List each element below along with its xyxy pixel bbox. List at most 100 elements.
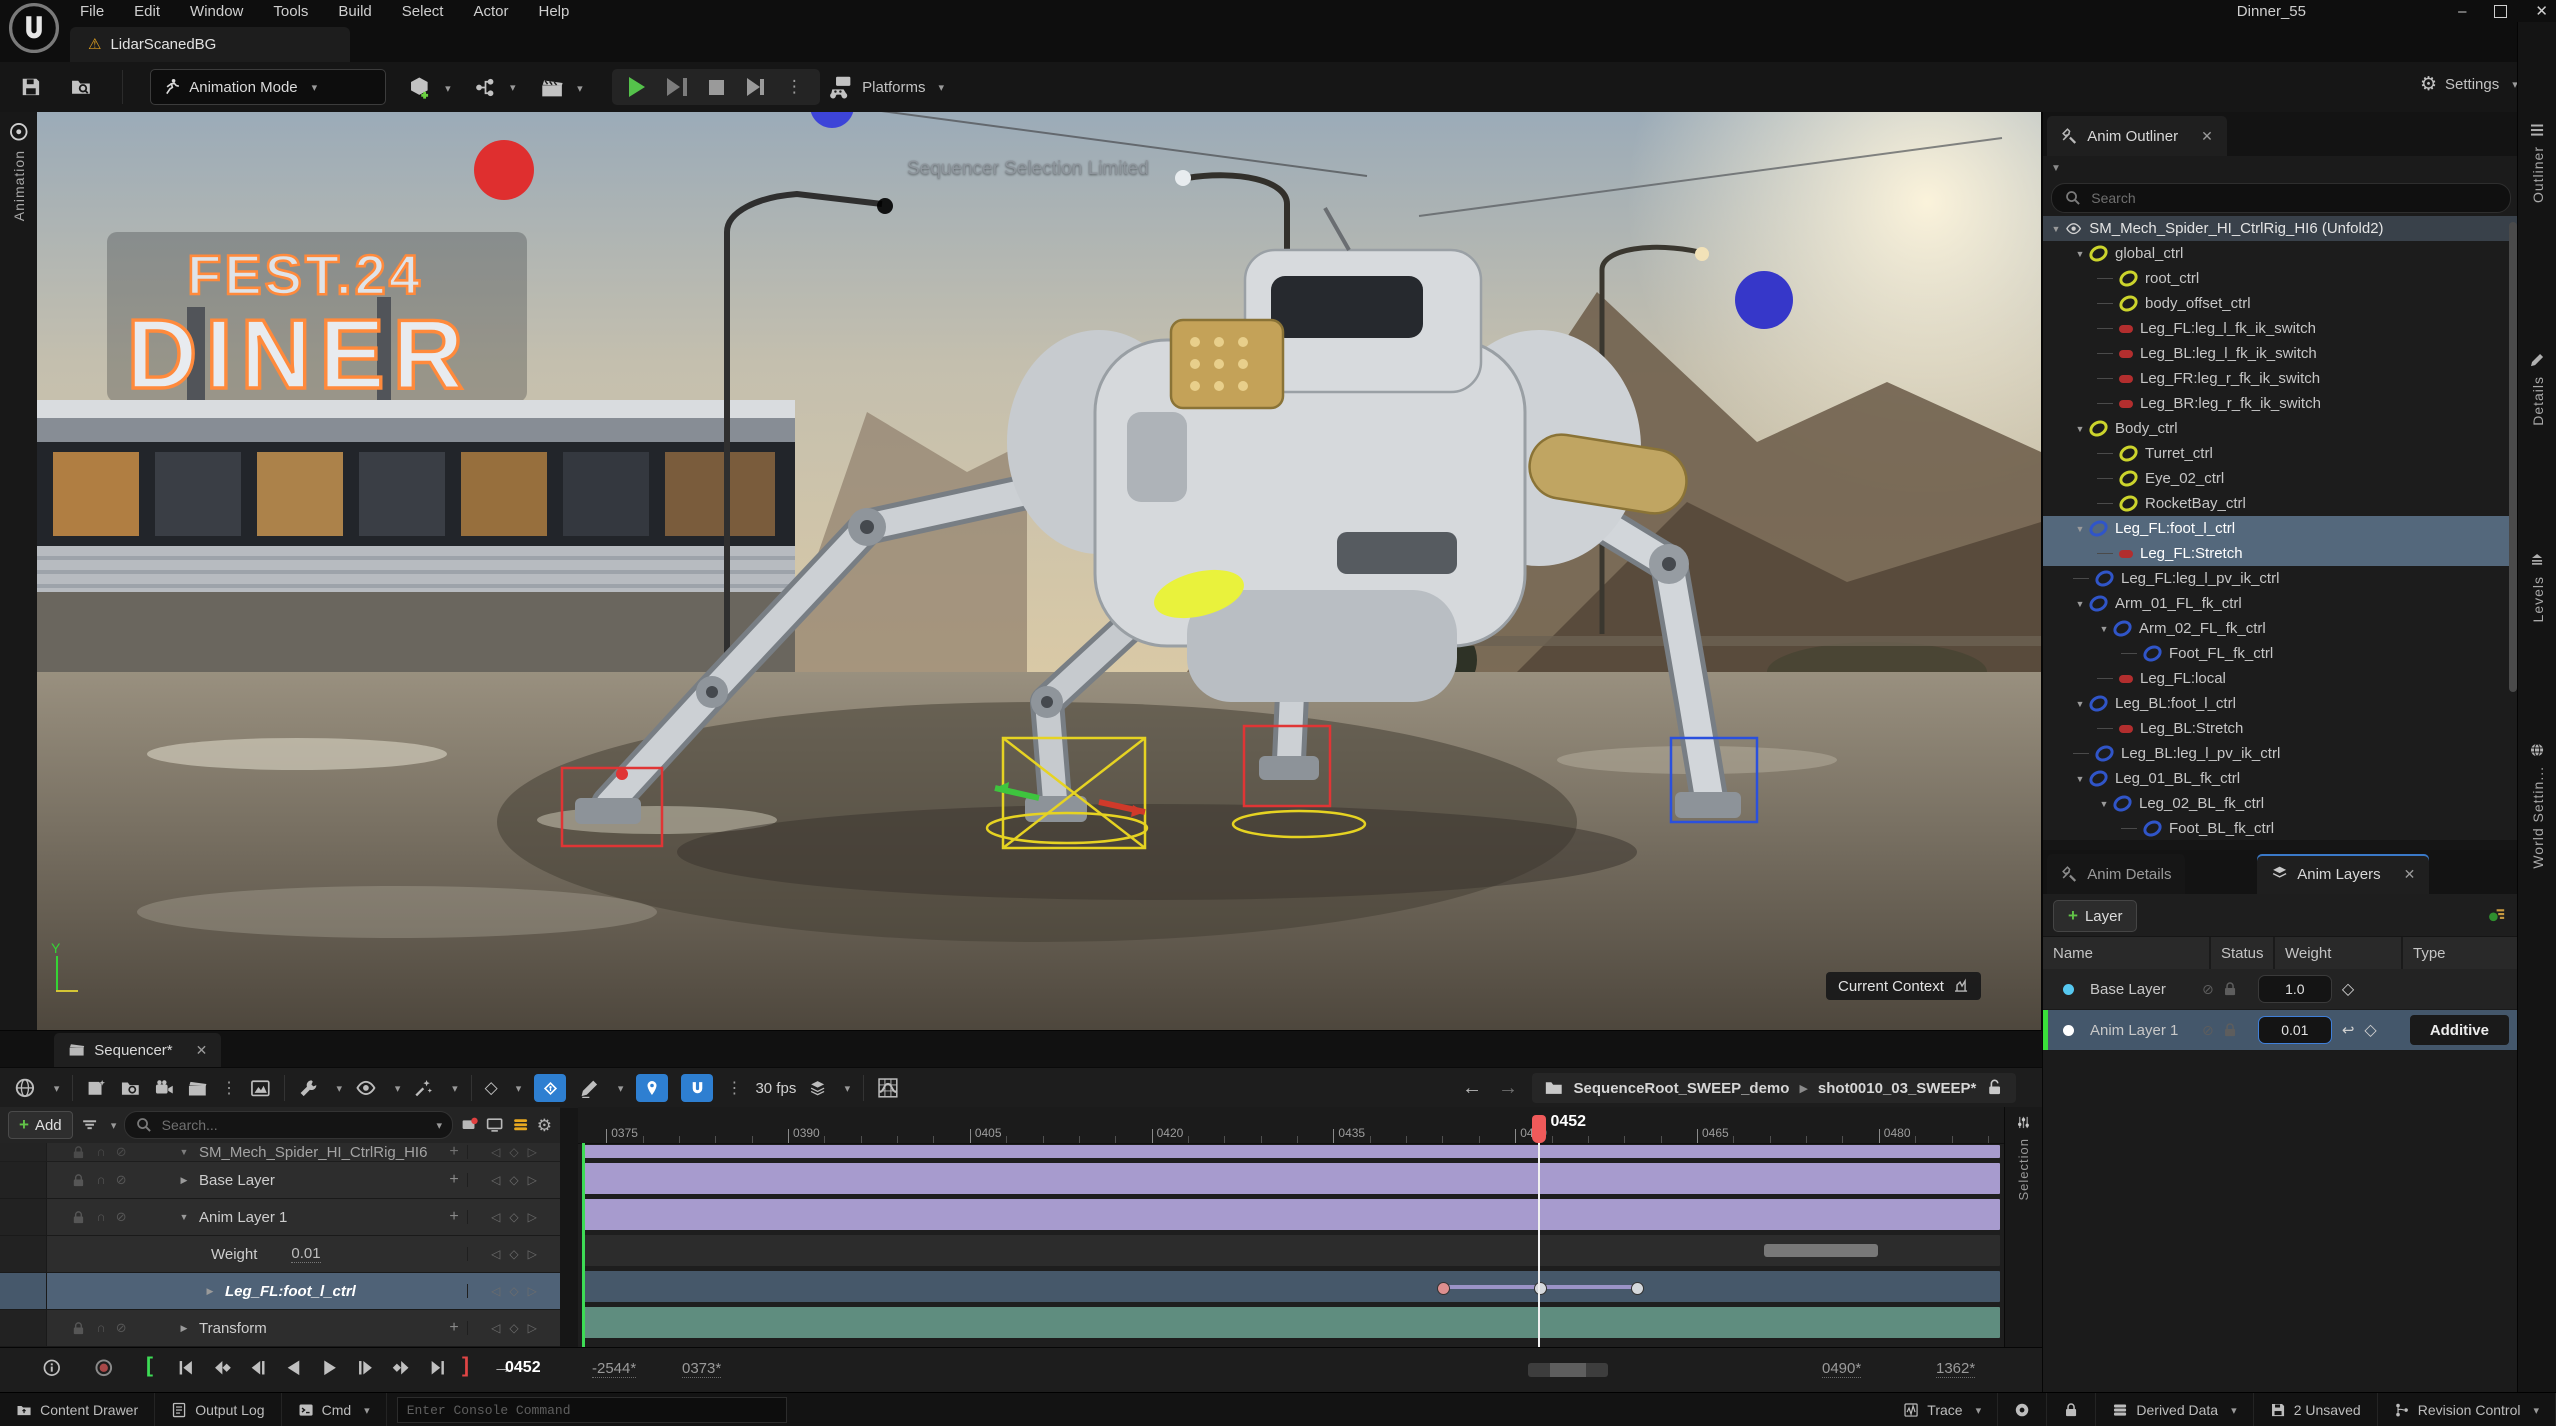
keyframe-diamond-icon[interactable]: ◇ <box>2364 1020 2376 1040</box>
lock-icon[interactable] <box>71 1209 86 1225</box>
add-key-icon[interactable]: ◇ <box>509 1173 518 1187</box>
tree-item[interactable]: ▼Leg_BL:foot_l_ctrl <box>2043 691 2519 716</box>
expander-icon[interactable]: ▼ <box>2073 249 2087 259</box>
save-icon[interactable] <box>20 76 42 98</box>
browse-sequence-icon[interactable] <box>120 1078 141 1099</box>
range-start-value[interactable]: -2544* <box>592 1360 636 1378</box>
expander-icon[interactable]: ▼ <box>2073 774 2087 784</box>
menu-help[interactable]: Help <box>539 3 570 20</box>
layer-dot-icon[interactable] <box>2063 1025 2074 1036</box>
track-row[interactable]: ∩⊘▶Base Layer+◁◇▷ <box>0 1162 560 1199</box>
prev-key-icon[interactable]: ◁ <box>491 1145 500 1159</box>
monitor-icon[interactable] <box>486 1116 503 1133</box>
tree-item[interactable]: Leg_BL:leg_l_fk_ik_switch <box>2043 341 2519 366</box>
lane-purple[interactable] <box>582 1163 2000 1194</box>
menu-window[interactable]: Window <box>190 3 243 20</box>
blueprints-dropdown[interactable]: ▾ <box>474 76 516 99</box>
prev-key-icon[interactable]: ◁ <box>491 1247 500 1261</box>
range-end-value[interactable]: 1362* <box>1936 1360 1975 1378</box>
weight-input[interactable]: 1.0 <box>2258 975 2332 1003</box>
solo-headphones-icon[interactable]: ∩ <box>96 1320 105 1336</box>
tree-scrollbar[interactable] <box>2509 222 2517 692</box>
mode-select-dropdown[interactable]: Animation Mode ▾ <box>150 69 386 105</box>
wrench-icon[interactable] <box>298 1078 319 1099</box>
tree-item[interactable]: ▼SM_Mech_Spider_HI_CtrlRig_HI6 (Unfold2) <box>2043 216 2519 241</box>
eye-icon[interactable] <box>2065 220 2082 237</box>
prev-key-icon[interactable]: ◁ <box>491 1173 500 1187</box>
settings-dropdown[interactable]: ⚙ Settings ▾ <box>2420 75 2518 94</box>
outliner-search[interactable] <box>2051 183 2511 213</box>
menu-tools[interactable]: Tools <box>273 3 308 20</box>
render-movie-icon[interactable] <box>250 1078 271 1099</box>
tab-outliner-vertical[interactable]: Outliner <box>2518 122 2556 203</box>
status-trace[interactable]: Trace▾ <box>1887 1393 1998 1426</box>
sequencer-search[interactable]: ▾ <box>124 1111 453 1139</box>
expander-icon[interactable]: ▶ <box>177 1175 191 1186</box>
expander-icon[interactable]: ▼ <box>2073 699 2087 709</box>
status-output-log[interactable]: Output Log <box>155 1393 281 1426</box>
expander-icon[interactable]: ▼ <box>2049 224 2063 234</box>
platforms-dropdown[interactable]: Platforms ▾ <box>830 75 944 99</box>
layer-row[interactable]: Anim Layer 1⊘0.01↩◇Additive <box>2043 1010 2519 1051</box>
tree-item[interactable]: Turret_ctrl <box>2043 441 2519 466</box>
play-forward-button[interactable] <box>320 1358 340 1378</box>
status-camera-small[interactable] <box>1998 1393 2047 1426</box>
tab-anim-outliner[interactable]: Anim Outliner ✕ <box>2047 116 2227 156</box>
tab-details-vertical[interactable]: Details <box>2518 352 2556 426</box>
jump-to-end-button[interactable] <box>428 1358 448 1378</box>
status-lock-small[interactable] <box>2047 1393 2096 1426</box>
tree-item[interactable]: ▼Body_ctrl <box>2043 416 2519 441</box>
tree-item[interactable]: root_ctrl <box>2043 266 2519 291</box>
lock-icon[interactable] <box>2222 1022 2238 1038</box>
tab-sequencer[interactable]: Sequencer* ✕ <box>54 1033 221 1067</box>
step-forward-button[interactable] <box>356 1358 376 1378</box>
tree-item[interactable]: ▼Leg_FL:foot_l_ctrl <box>2043 516 2519 541</box>
next-key-button[interactable] <box>392 1358 412 1378</box>
mute-icon[interactable]: ⊘ <box>2202 1022 2214 1039</box>
expander-icon[interactable]: ▼ <box>2073 599 2087 609</box>
play-options-dots-icon[interactable]: ⋮ <box>786 77 803 97</box>
tab-anim-details[interactable]: Anim Details <box>2047 854 2185 894</box>
sequencer-search-input[interactable] <box>160 1116 425 1134</box>
solo-headphones-icon[interactable]: ∩ <box>96 1172 105 1188</box>
tab-levels-vertical[interactable]: Levels <box>2518 552 2556 623</box>
next-key-icon[interactable]: ▷ <box>528 1321 537 1335</box>
console-input[interactable] <box>397 1397 787 1423</box>
next-key-icon[interactable]: ▷ <box>528 1145 537 1159</box>
add-actor-dropdown[interactable]: ▾ <box>408 76 451 100</box>
column-header-name[interactable]: Name <box>2043 937 2211 969</box>
view-start-value[interactable]: 0373* <box>682 1360 721 1378</box>
tree-item[interactable]: Leg_BL:Stretch <box>2043 716 2519 741</box>
add-key-icon[interactable]: ◇ <box>509 1145 518 1159</box>
auto-key-button[interactable] <box>534 1074 566 1102</box>
breadcrumb-shot[interactable]: shot0010_03_SWEEP* <box>1818 1080 1976 1097</box>
record-viewport-icon[interactable] <box>461 1116 478 1133</box>
mute-icon[interactable]: ⊘ <box>116 1172 127 1188</box>
tree-item[interactable]: Leg_FR:leg_r_fk_ik_switch <box>2043 366 2519 391</box>
mute-icon[interactable]: ⊘ <box>116 1209 127 1225</box>
nav-back-arrow[interactable]: ← <box>1462 1077 1482 1100</box>
tree-item[interactable]: Foot_BL_fk_ctrl <box>2043 816 2519 840</box>
previous-key-button[interactable] <box>212 1358 232 1378</box>
add-section-icon[interactable]: + <box>441 1319 467 1337</box>
menu-select[interactable]: Select <box>402 3 444 20</box>
play-reverse-button[interactable] <box>284 1358 304 1378</box>
nav-forward-arrow[interactable]: → <box>1498 1077 1518 1100</box>
cinematics-dropdown[interactable]: ▾ <box>540 76 583 100</box>
jump-to-front-button[interactable] <box>176 1358 196 1378</box>
fps-label[interactable]: 30 fps <box>755 1080 796 1097</box>
track-row[interactable]: ∩⊘▼Anim Layer 1+◁◇▷ <box>0 1199 560 1236</box>
keyframe-dot[interactable] <box>1631 1282 1644 1295</box>
mute-icon[interactable]: ⊘ <box>2202 981 2214 998</box>
mute-icon[interactable]: ⊘ <box>116 1320 127 1336</box>
timeline-ruler[interactable]: 03750390040504200435045004650480 <box>578 1107 2004 1144</box>
add-section-icon[interactable]: + <box>441 1171 467 1189</box>
add-key-icon[interactable]: ◇ <box>509 1210 518 1224</box>
tree-item[interactable]: ▼Leg_01_BL_fk_ctrl <box>2043 766 2519 791</box>
next-key-icon[interactable]: ▷ <box>528 1284 537 1298</box>
tree-item[interactable]: Leg_BR:leg_r_fk_ik_switch <box>2043 391 2519 416</box>
lane-teal[interactable] <box>582 1307 2000 1338</box>
tree-item[interactable]: ▼Leg_02_BL_fk_ctrl <box>2043 791 2519 816</box>
playback-options-icon[interactable] <box>413 1078 434 1099</box>
track-row[interactable]: ▶Leg_FL:foot_l_ctrl◁◇▷ <box>0 1273 560 1310</box>
